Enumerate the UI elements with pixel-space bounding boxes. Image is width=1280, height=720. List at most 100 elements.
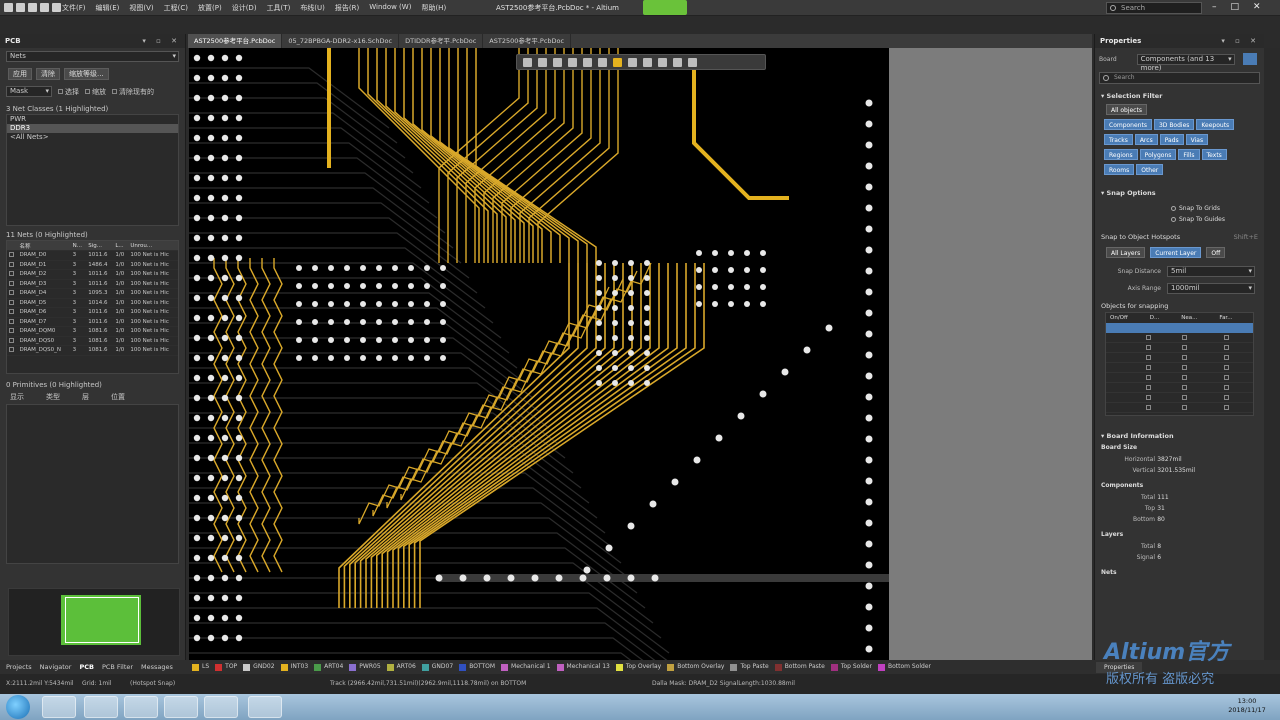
via[interactable] <box>207 554 215 562</box>
snap-object-checkbox[interactable] <box>1224 345 1229 350</box>
via[interactable] <box>744 284 750 290</box>
via[interactable] <box>865 204 873 212</box>
properties-menu-icon[interactable]: ▾ ▫ ✕ <box>1221 34 1260 48</box>
primitives-column-header[interactable]: 显示 <box>10 392 24 401</box>
via[interactable] <box>344 283 350 289</box>
via[interactable] <box>235 414 243 422</box>
snap-object-checkbox[interactable] <box>1182 375 1187 380</box>
via[interactable] <box>408 265 414 271</box>
via[interactable] <box>865 582 873 590</box>
via[interactable] <box>221 334 229 342</box>
redo-icon[interactable] <box>52 3 61 12</box>
via[interactable] <box>221 634 229 642</box>
via[interactable] <box>424 355 430 361</box>
via[interactable] <box>376 265 382 271</box>
via[interactable] <box>392 265 398 271</box>
via[interactable] <box>612 335 618 341</box>
via[interactable] <box>612 305 618 311</box>
serpentine-trace[interactable] <box>225 258 235 573</box>
via[interactable] <box>235 174 243 182</box>
via[interactable] <box>865 288 873 296</box>
via[interactable] <box>649 500 657 508</box>
via[interactable] <box>235 254 243 262</box>
via[interactable] <box>628 275 634 281</box>
via[interactable] <box>235 334 243 342</box>
signal-trace[interactable] <box>354 263 597 608</box>
via[interactable] <box>221 354 229 362</box>
via[interactable] <box>344 301 350 307</box>
selection-filter-button[interactable]: Tracks <box>1104 134 1133 145</box>
via[interactable] <box>712 267 718 273</box>
via[interactable] <box>760 284 766 290</box>
via[interactable] <box>193 514 201 522</box>
via[interactable] <box>235 354 243 362</box>
table-row[interactable]: DRAM_D0 3 1011.6 1/0 100 Net is Hic <box>7 250 178 261</box>
via[interactable] <box>644 290 650 296</box>
objects-snapping-row[interactable] <box>1106 393 1253 403</box>
via[interactable] <box>865 162 873 170</box>
via[interactable] <box>644 365 650 371</box>
snap-object-checkbox[interactable] <box>1146 335 1151 340</box>
via[interactable] <box>193 434 201 442</box>
via[interactable] <box>193 314 201 322</box>
via[interactable] <box>803 346 811 354</box>
via[interactable] <box>865 603 873 611</box>
via[interactable] <box>221 274 229 282</box>
via[interactable] <box>605 544 613 552</box>
via[interactable] <box>328 265 334 271</box>
via[interactable] <box>865 225 873 233</box>
layer-tab[interactable]: BOTTOM <box>459 660 495 674</box>
panel-menu-icon[interactable]: ▾ ▫ ✕ <box>142 34 181 48</box>
via[interactable] <box>312 319 318 325</box>
via[interactable] <box>235 274 243 282</box>
selection-filter-button[interactable]: Texts <box>1201 149 1227 160</box>
table-row[interactable]: DRAM_DQS0 3 1081.6 1/0 100 Net is Hic <box>7 336 178 346</box>
snap-object-checkbox[interactable] <box>1224 395 1229 400</box>
menu-item[interactable]: 文件(F) <box>62 3 86 13</box>
selection-filter-button[interactable]: 3D Bodies <box>1153 119 1195 130</box>
via[interactable] <box>628 350 634 356</box>
pad-icon[interactable] <box>598 58 607 67</box>
via[interactable] <box>235 454 243 462</box>
via[interactable] <box>235 214 243 222</box>
selection-filter-button[interactable]: Arcs <box>1134 134 1158 145</box>
via[interactable] <box>440 319 446 325</box>
via[interactable] <box>715 434 723 442</box>
via[interactable] <box>328 337 334 343</box>
via[interactable] <box>507 574 515 582</box>
via[interactable] <box>360 319 366 325</box>
menu-item[interactable]: 工程(C) <box>164 3 188 13</box>
via[interactable] <box>207 274 215 282</box>
via[interactable] <box>221 594 229 602</box>
via[interactable] <box>712 250 718 256</box>
via[interactable] <box>627 574 635 582</box>
net-checkbox[interactable] <box>9 309 14 315</box>
start-button-icon[interactable] <box>6 695 30 719</box>
via[interactable] <box>612 320 618 326</box>
table-row[interactable]: DRAM_D7 3 1011.6 1/0 100 Net is Hic <box>7 317 178 327</box>
via[interactable] <box>696 284 702 290</box>
via[interactable] <box>596 260 602 266</box>
undo-icon[interactable] <box>40 3 49 12</box>
via[interactable] <box>865 477 873 485</box>
via[interactable] <box>207 254 215 262</box>
via[interactable] <box>865 372 873 380</box>
via[interactable] <box>865 435 873 443</box>
layer-tab[interactable]: Top Solder <box>830 660 872 674</box>
via[interactable] <box>207 434 215 442</box>
panel-tab[interactable]: PCB Filter <box>102 660 133 674</box>
via[interactable] <box>408 355 414 361</box>
move-icon[interactable] <box>538 58 547 67</box>
via[interactable] <box>207 74 215 82</box>
via[interactable] <box>221 474 229 482</box>
panel-tab[interactable]: Projects <box>6 660 32 674</box>
via[interactable] <box>221 294 229 302</box>
snap-object-checkbox[interactable] <box>1146 395 1151 400</box>
via[interactable] <box>392 355 398 361</box>
via[interactable] <box>207 354 215 362</box>
via[interactable] <box>296 319 302 325</box>
altium-taskbar-icon[interactable] <box>248 696 282 718</box>
via[interactable] <box>193 134 201 142</box>
via[interactable] <box>644 350 650 356</box>
table-row[interactable]: DRAM_DQS0_N 3 1081.6 1/0 100 Net is Hic <box>7 345 178 356</box>
